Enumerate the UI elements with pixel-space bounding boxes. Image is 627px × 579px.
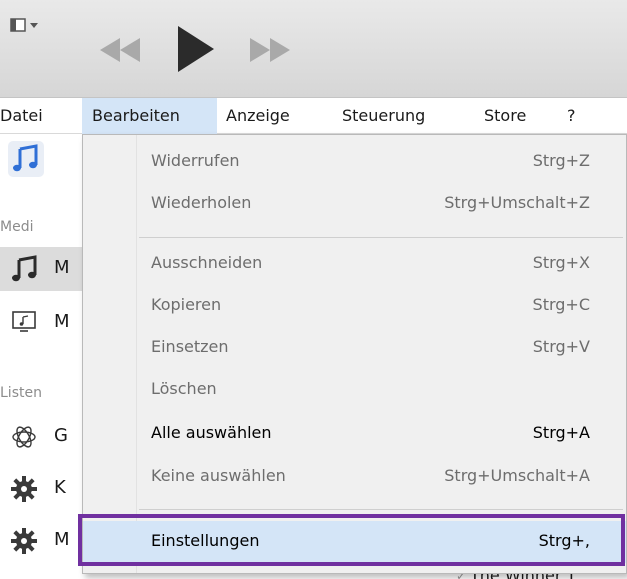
menu-item-shortcut: Strg+Umschalt+Z: [444, 193, 590, 212]
menu-item-shortcut: Strg+C: [532, 295, 590, 314]
sidebar-item-label: M: [54, 311, 70, 332]
menu-item-label: Löschen: [151, 379, 217, 398]
sidebar-item-genius[interactable]: G: [0, 415, 82, 459]
sidebar-section-lists: Listen: [0, 385, 42, 401]
play-icon[interactable]: [176, 26, 216, 72]
gear-icon: [10, 475, 40, 503]
menu-item-paste[interactable]: Einsetzen Strg+V: [83, 329, 626, 367]
menu-datei[interactable]: Datei: [0, 98, 80, 134]
music-library-button[interactable]: [8, 141, 44, 177]
menu-item-copy[interactable]: Kopieren Strg+C: [83, 287, 626, 325]
menu-item-shortcut: Strg+V: [532, 337, 590, 356]
sidebar-item-playlist-k[interactable]: K: [0, 467, 82, 511]
menu-item-label: Ausschneiden: [151, 253, 263, 272]
sidebar-item-label: G: [54, 425, 68, 446]
menu-item-select-all[interactable]: Alle auswählen Strg+A: [83, 415, 626, 453]
sidebar: Medi M M Listen G K M: [0, 135, 82, 579]
menu-bearbeiten[interactable]: Bearbeiten: [82, 98, 217, 134]
menu-item-label: Keine auswählen: [151, 466, 286, 485]
menu-item-preferences[interactable]: Einstellungen Strg+,: [83, 521, 626, 563]
sidebar-item-label: K: [54, 477, 66, 498]
music-note-icon: [13, 144, 38, 172]
sidebar-item-label: M: [54, 529, 70, 550]
menu-item-shortcut: Strg+Umschalt+A: [444, 466, 590, 485]
itunes-window: Datei Bearbeiten Anzeige Steuerung Store…: [0, 0, 627, 579]
menu-item-label: Widerrufen: [151, 151, 240, 170]
menu-item-label: Kopieren: [151, 295, 222, 314]
menu-item-shortcut: Strg+A: [532, 423, 590, 442]
gear-icon: [10, 527, 40, 555]
sidebar-item-music-videos[interactable]: M: [0, 301, 82, 345]
menu-item-shortcut: Strg+,: [538, 531, 590, 550]
music-note-icon: [10, 255, 40, 283]
menu-item-undo[interactable]: Widerrufen Strg+Z: [83, 143, 626, 181]
menu-anzeige[interactable]: Anzeige: [226, 98, 290, 134]
menu-store[interactable]: Store: [484, 98, 526, 134]
menu-item-cut[interactable]: Ausschneiden Strg+X: [83, 245, 626, 283]
menu-item-label: Einsetzen: [151, 337, 229, 356]
menu-item-delete[interactable]: Löschen: [83, 371, 626, 409]
menu-item-shortcut: Strg+Z: [532, 151, 590, 170]
genius-atom-icon: [10, 423, 40, 451]
menu-separator: [139, 509, 623, 510]
menu-item-label: Wiederholen: [151, 193, 252, 212]
menu-item-label: Alle auswählen: [151, 423, 272, 442]
menu-item-select-none[interactable]: Keine auswählen Strg+Umschalt+A: [83, 458, 626, 496]
menu-help[interactable]: ?: [567, 98, 576, 134]
fast-forward-icon[interactable]: [246, 38, 294, 62]
monitor-icon: [10, 309, 40, 337]
menu-item-shortcut: Strg+X: [532, 253, 590, 272]
rewind-icon[interactable]: [96, 38, 144, 62]
menubar: Datei Bearbeiten Anzeige Steuerung Store…: [0, 98, 627, 134]
menu-item-redo[interactable]: Wiederholen Strg+Umschalt+Z: [83, 185, 626, 223]
menu-item-label: Einstellungen: [151, 531, 260, 550]
toolbar: [0, 0, 627, 98]
sidebar-section-media: Medi: [0, 219, 34, 235]
sidebar-item-label: M: [54, 257, 70, 278]
sidebar-item-music[interactable]: M: [0, 247, 82, 291]
sidebar-item-playlist-m[interactable]: M: [0, 519, 82, 563]
menu-steuerung[interactable]: Steuerung: [342, 98, 425, 134]
sidebar-toggle-icon[interactable]: [10, 18, 40, 36]
menu-separator: [139, 237, 623, 238]
edit-menu-dropdown: Widerrufen Strg+Z Wiederholen Strg+Umsch…: [82, 134, 627, 574]
